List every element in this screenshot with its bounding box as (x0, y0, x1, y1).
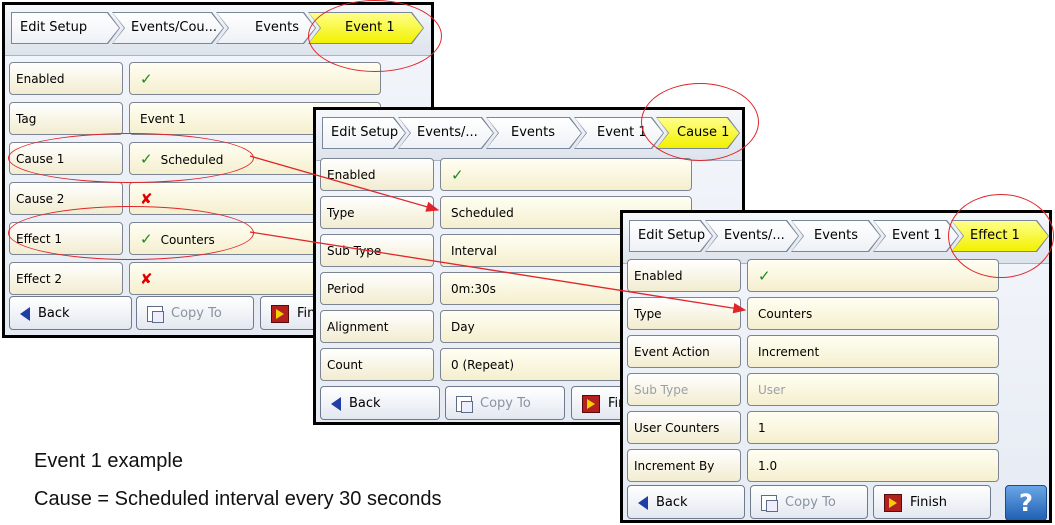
row-label: Alignment (320, 310, 434, 343)
copy-to-button[interactable]: Copy To (136, 296, 254, 330)
row-type[interactable]: Type Counters (627, 297, 999, 330)
back-label: Back (349, 396, 381, 411)
effect-1-crumb-highlight (948, 194, 1054, 278)
row-label: Type (627, 297, 741, 330)
row-enabled[interactable]: Enabled ✓ (627, 259, 999, 292)
crumb-events[interactable]: Events (792, 221, 880, 251)
crumb-events-counters[interactable]: Events/... (399, 118, 493, 148)
copy-icon (761, 494, 778, 512)
row-increment-by[interactable]: Increment By 1.0 (627, 449, 999, 482)
check-icon: ✓ (451, 166, 464, 184)
row-enabled[interactable]: Enabled ✓ (9, 62, 381, 95)
crumb-edit-setup[interactable]: Edit Setup (630, 221, 712, 251)
cause-1-crumb-highlight (641, 83, 759, 161)
back-arrow-icon (638, 495, 648, 510)
event-1-highlight (308, 0, 442, 72)
row-label: Period (320, 272, 434, 305)
copy-to-button[interactable]: Copy To (445, 386, 565, 420)
check-icon: ✓ (140, 70, 153, 88)
back-button[interactable]: Back (320, 386, 440, 420)
row-user-counters[interactable]: User Counters 1 (627, 411, 999, 444)
back-button[interactable]: Back (627, 485, 745, 519)
row-label: Sub Type (627, 373, 741, 406)
row-value[interactable]: Increment (747, 335, 999, 368)
cross-icon: ✘ (140, 270, 153, 288)
row-event-action[interactable]: Event Action Increment (627, 335, 999, 368)
row-label: Increment By (627, 449, 741, 482)
row-label: User Counters (627, 411, 741, 444)
copy-to-button[interactable]: Copy To (750, 485, 868, 519)
finish-button[interactable]: Finish (873, 485, 991, 519)
copy-label: Copy To (171, 306, 222, 321)
copy-label: Copy To (480, 396, 531, 411)
cause-1-highlight (8, 133, 254, 183)
row-label: Sub Type (320, 234, 434, 267)
caption-title: Event 1 example (34, 450, 183, 472)
effect-1-highlight (8, 206, 254, 260)
back-arrow-icon (20, 306, 30, 321)
crumb-edit-setup[interactable]: Edit Setup (12, 13, 119, 43)
row-value[interactable]: 1.0 (747, 449, 999, 482)
finish-icon (884, 493, 902, 512)
row-value: User (747, 373, 999, 406)
back-label: Back (38, 306, 70, 321)
row-label: Enabled (9, 62, 123, 95)
crumb-events-counters[interactable]: Events/... (706, 221, 798, 251)
back-button[interactable]: Back (9, 296, 132, 330)
crumb-edit-setup[interactable]: Edit Setup (323, 118, 405, 148)
copy-label: Copy To (785, 495, 836, 510)
row-label: Event Action (627, 335, 741, 368)
back-label: Back (656, 495, 688, 510)
copy-icon (456, 395, 473, 413)
back-arrow-icon (331, 396, 341, 411)
crumb-event-1[interactable]: Event 1 (874, 221, 958, 251)
row-label: Effect 2 (9, 262, 123, 295)
caption-cause: Cause = Scheduled interval every 30 seco… (34, 488, 442, 510)
crumb-events[interactable]: Events (487, 118, 581, 148)
finish-label: Finish (910, 495, 948, 510)
help-button[interactable]: ? (1005, 485, 1047, 520)
crumb-events-counters[interactable]: Events/Cou... (113, 13, 223, 43)
row-label: Count (320, 348, 434, 381)
row-value[interactable]: Counters (747, 297, 999, 330)
crumb-events[interactable]: Events (217, 13, 315, 43)
finish-icon (271, 304, 289, 323)
row-value[interactable]: 1 (747, 411, 999, 444)
row-label: Enabled (627, 259, 741, 292)
check-icon: ✓ (758, 267, 771, 285)
copy-icon (147, 305, 164, 323)
finish-icon (582, 394, 600, 413)
row-label: Tag (9, 102, 123, 135)
row-sub-type: Sub Type User (627, 373, 999, 406)
row-label: Enabled (320, 158, 434, 191)
row-value[interactable]: ✓ (440, 158, 692, 191)
row-label: Type (320, 196, 434, 229)
row-enabled[interactable]: Enabled ✓ (320, 158, 692, 191)
